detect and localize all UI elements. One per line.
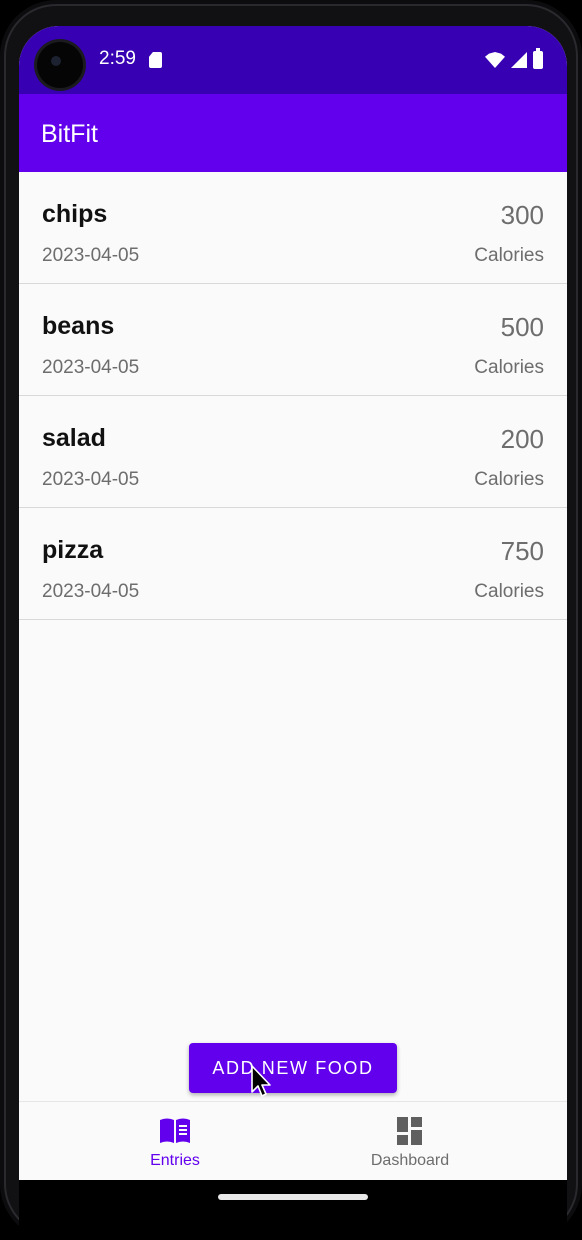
nav-label-entries: Entries <box>150 1152 200 1169</box>
camera-icon <box>37 42 83 88</box>
dashboard-icon <box>397 1117 422 1145</box>
food-name: beans <box>42 312 115 340</box>
calories-unit: Calories <box>474 245 544 266</box>
food-name: pizza <box>42 536 104 564</box>
nav-item-entries[interactable]: Entries <box>75 1102 275 1182</box>
app-screen: 2:59 BitFit chips 2023-04-05 300 Calorie… <box>19 26 567 1206</box>
food-entry-list: chips 2023-04-05 300 Calories beans 2023… <box>19 172 567 620</box>
mouse-cursor-icon <box>251 1065 271 1097</box>
food-entry-row[interactable]: chips 2023-04-05 300 Calories <box>19 172 567 284</box>
food-date: 2023-04-05 <box>42 245 140 266</box>
status-bar: 2:59 <box>19 26 567 94</box>
food-entry-row[interactable]: salad 2023-04-05 200 Calories <box>19 396 567 508</box>
food-entry-row[interactable]: beans 2023-04-05 500 Calories <box>19 284 567 396</box>
food-calories: 300 <box>500 200 544 230</box>
food-entry-row[interactable]: pizza 2023-04-05 750 Calories <box>19 508 567 620</box>
home-gesture-handle[interactable] <box>218 1194 368 1200</box>
app-bar: BitFit <box>19 94 567 172</box>
food-calories: 200 <box>500 424 544 454</box>
battery-icon <box>533 48 543 69</box>
book-icon <box>160 1118 190 1143</box>
food-calories: 750 <box>500 536 544 566</box>
wifi-icon <box>485 52 505 68</box>
calories-unit: Calories <box>474 357 544 378</box>
calories-unit: Calories <box>474 469 544 490</box>
calories-unit: Calories <box>474 581 544 602</box>
signal-icon <box>511 52 527 68</box>
bottom-navigation: Entries Dashboard <box>19 1101 567 1181</box>
food-calories: 500 <box>500 312 544 342</box>
food-date: 2023-04-05 <box>42 469 140 490</box>
nav-item-dashboard[interactable]: Dashboard <box>310 1102 510 1182</box>
food-name: chips <box>42 200 108 228</box>
status-icons <box>485 48 543 70</box>
food-date: 2023-04-05 <box>42 357 140 378</box>
food-date: 2023-04-05 <box>42 581 140 602</box>
phone-frame: 2:59 BitFit chips 2023-04-05 300 Calorie… <box>0 0 582 1240</box>
food-name: salad <box>42 424 106 452</box>
status-time: 2:59 <box>99 48 136 69</box>
app-title: BitFit <box>41 120 98 148</box>
gesture-area <box>19 1180 567 1240</box>
sd-card-icon <box>149 52 162 68</box>
nav-label-dashboard: Dashboard <box>370 1152 450 1169</box>
add-new-food-button[interactable]: ADD NEW FOOD <box>189 1043 397 1093</box>
